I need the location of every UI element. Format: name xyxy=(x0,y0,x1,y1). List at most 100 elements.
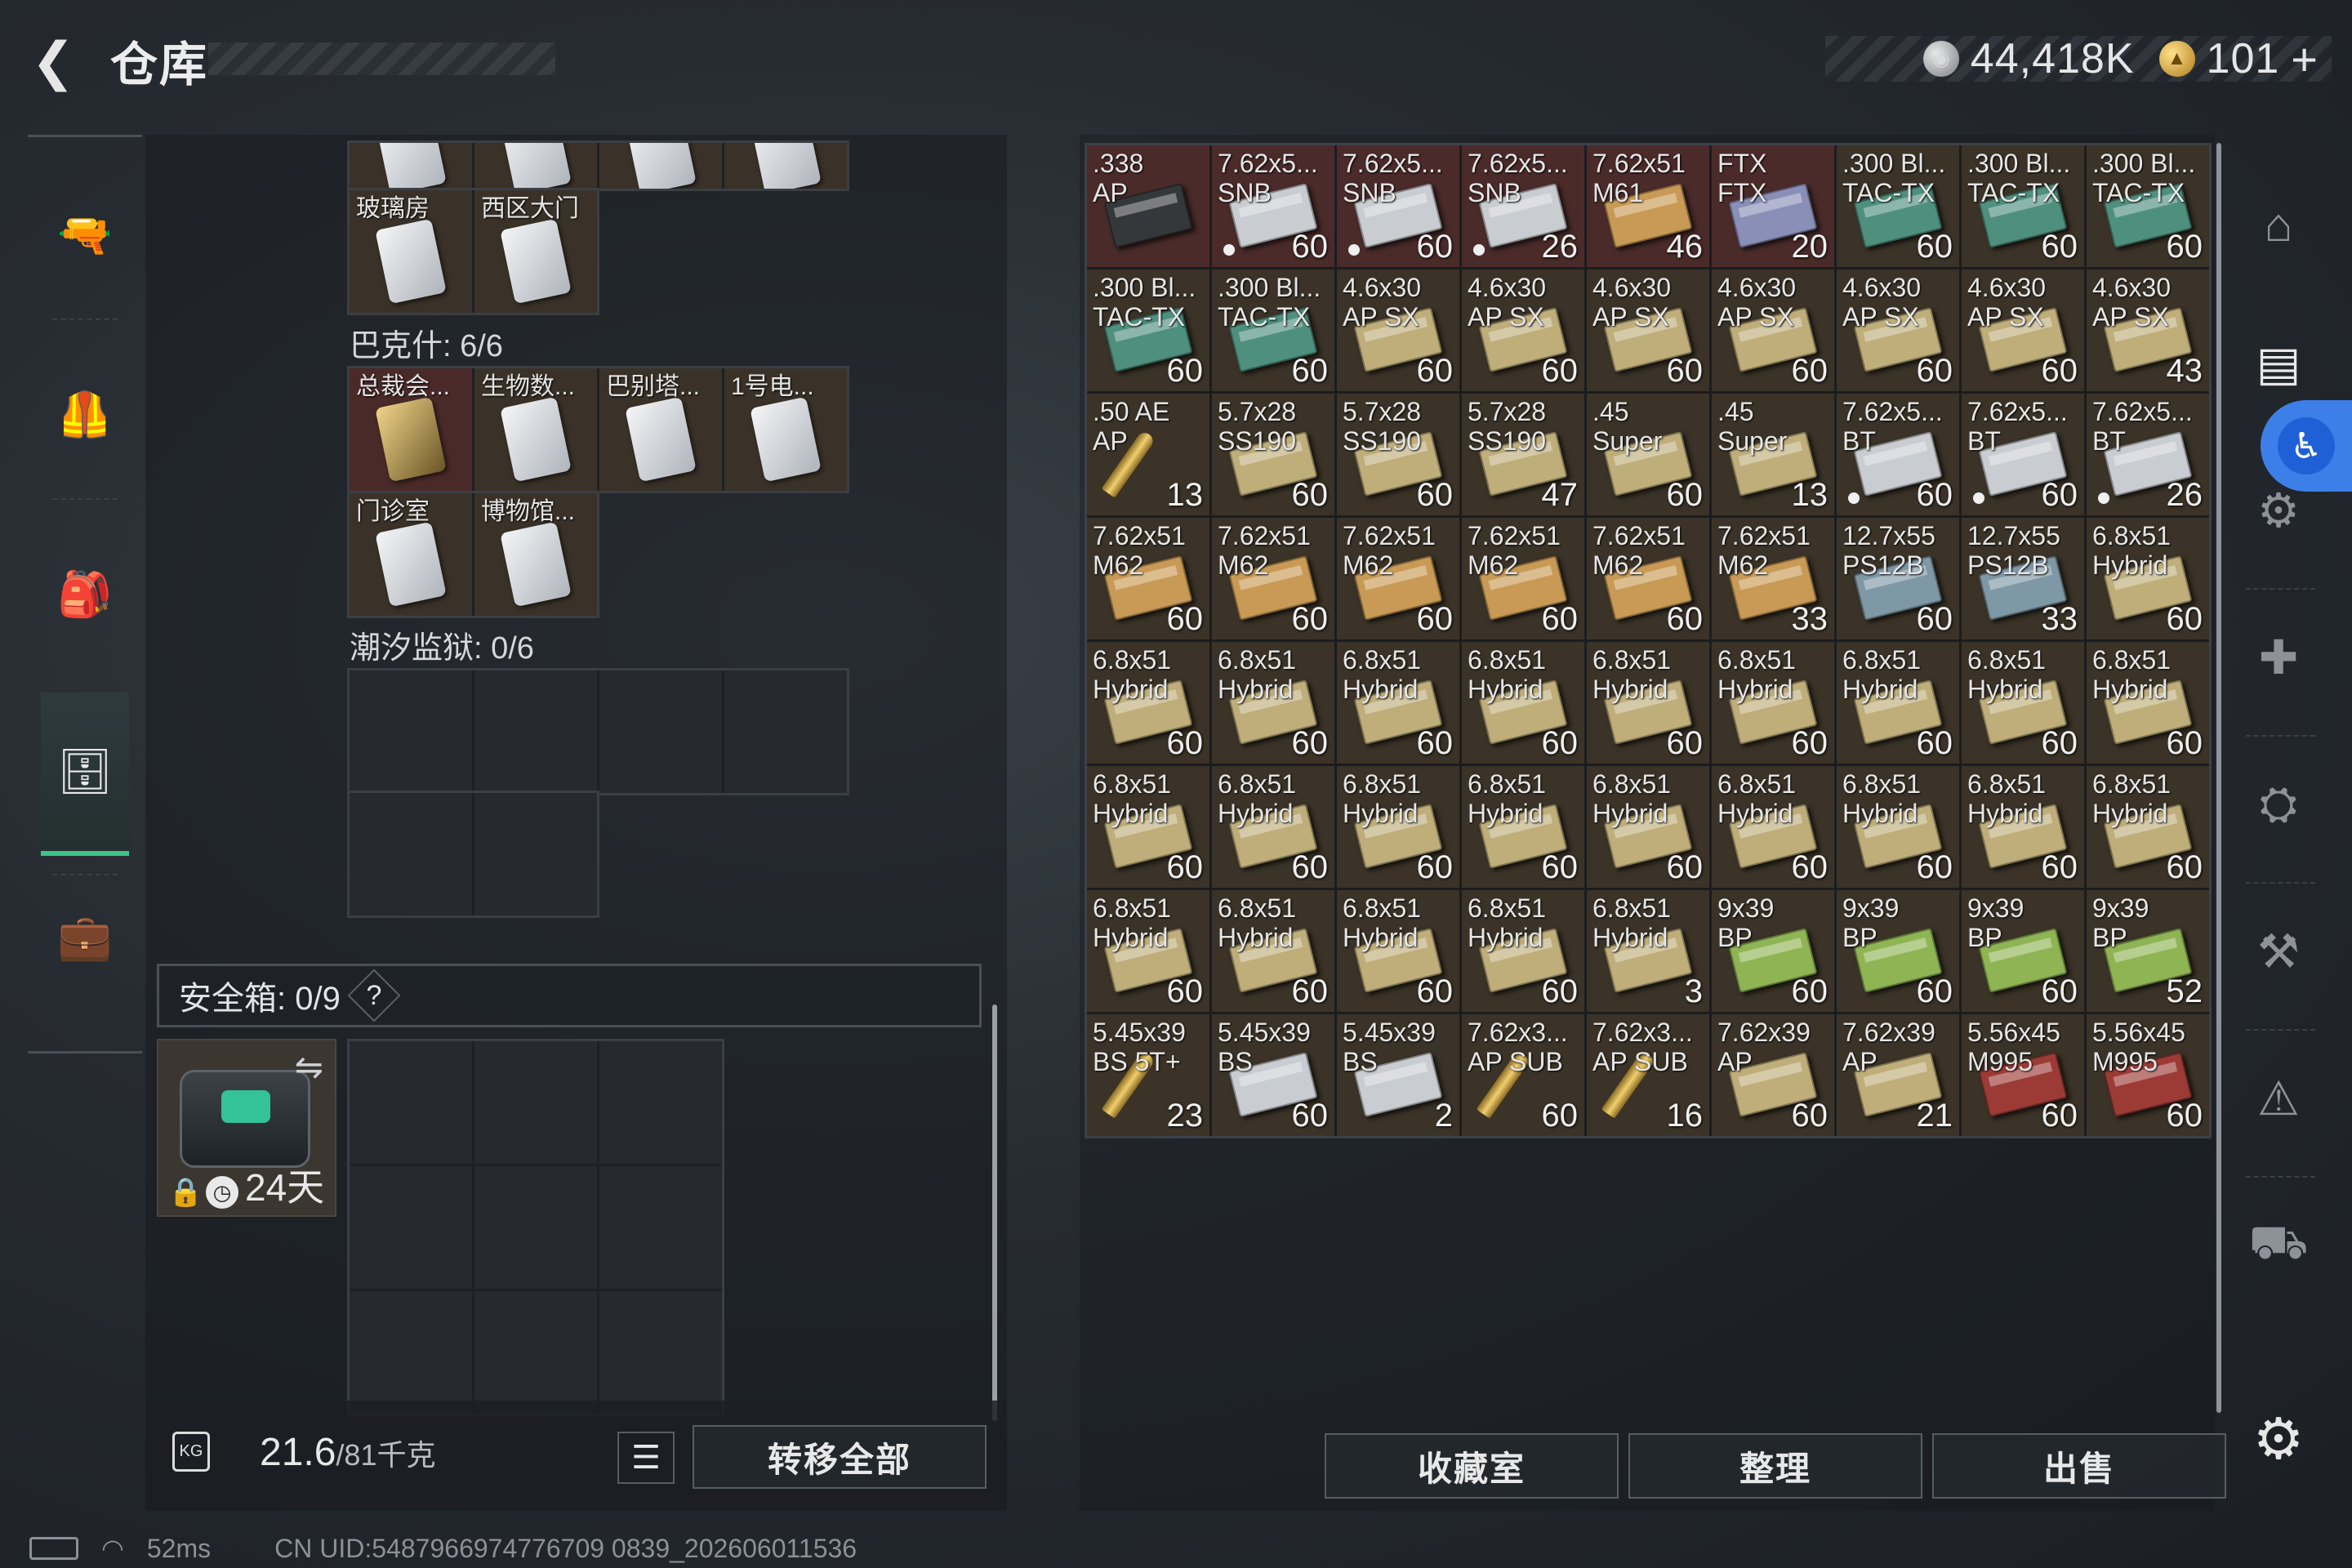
ammo-item[interactable]: 7.62x5... BT 26 xyxy=(2087,394,2209,515)
empty-slot[interactable] xyxy=(350,1041,472,1164)
ammo-item[interactable]: 7.62x51 M62 60 xyxy=(1087,518,1209,639)
nav-warehouse-tab[interactable]: ⌂ xyxy=(2230,163,2328,286)
ammo-item[interactable]: 6.8x51 Hybrid 60 xyxy=(2087,518,2209,639)
settings-button[interactable]: ⚙ xyxy=(2246,1406,2311,1472)
ammo-item[interactable]: 6.8x51 Hybrid 60 xyxy=(2087,642,2209,764)
swap-icon[interactable]: ⇋ xyxy=(295,1047,323,1087)
ammo-item[interactable]: .50 AE AP 13 xyxy=(1087,394,1209,515)
ammo-item[interactable]: 6.8x51 Hybrid 60 xyxy=(1962,642,2084,764)
ammo-item[interactable]: 6.8x51 Hybrid 60 xyxy=(1212,766,1334,888)
empty-slot[interactable] xyxy=(474,1166,597,1289)
nav-vehicle-tab[interactable]: ⛟ xyxy=(2230,1184,2328,1307)
nav-hazard-tab[interactable]: ⚠ xyxy=(2230,1037,2328,1160)
keycard-slot[interactable] xyxy=(724,143,847,189)
ammo-item[interactable]: 6.8x51 Hybrid 60 xyxy=(1462,766,1584,888)
transfer-all-button[interactable]: 转移全部 xyxy=(693,1425,987,1489)
empty-slot[interactable] xyxy=(474,793,597,915)
nav-materials-tab[interactable]: ⚒ xyxy=(2230,890,2328,1013)
ammo-item[interactable]: 4.6x30 AP SX 60 xyxy=(1462,270,1584,391)
nav-medical-tab[interactable]: ✚ xyxy=(2230,596,2328,719)
ammo-item[interactable]: 6.8x51 Hybrid 60 xyxy=(1712,766,1834,888)
keycard-item[interactable]: 总裁会... xyxy=(350,368,472,491)
empty-slot[interactable] xyxy=(599,1291,722,1414)
ammo-item[interactable]: 6.8x51 Hybrid 60 xyxy=(1087,890,1209,1012)
ammo-item[interactable]: 7.62x5... SNB 60 xyxy=(1212,145,1334,267)
ammo-item[interactable]: 4.6x30 AP SX 60 xyxy=(1837,270,1959,391)
ammo-item[interactable]: 7.62x3... AP SUB 60 xyxy=(1462,1014,1584,1136)
ammo-item[interactable]: 6.8x51 Hybrid 60 xyxy=(1462,642,1584,764)
ammo-item[interactable]: 4.6x30 AP SX 60 xyxy=(1337,270,1459,391)
keycard-item[interactable]: 生物数... xyxy=(474,368,597,491)
ammo-item[interactable]: .300 Bl... TAC-TX 60 xyxy=(1837,145,1959,267)
keycard-item[interactable]: 博物馆... xyxy=(474,493,597,616)
ammo-item[interactable]: 5.45x39 BS 60 xyxy=(1212,1014,1334,1136)
ammo-item[interactable]: 7.62x51 M62 60 xyxy=(1337,518,1459,639)
ammo-item[interactable]: 6.8x51 Hybrid 60 xyxy=(1462,890,1584,1012)
ammo-item[interactable]: 6.8x51 Hybrid 60 xyxy=(1337,766,1459,888)
keycard-slot[interactable] xyxy=(350,143,472,189)
ammo-item[interactable]: 5.7x28 SS190 60 xyxy=(1212,394,1334,515)
collection-room-button[interactable]: 收藏室 xyxy=(1325,1433,1619,1499)
ammo-item[interactable]: 12.7x55 PS12B 60 xyxy=(1837,518,1959,639)
nav-backpack[interactable]: 🎒 xyxy=(41,513,129,676)
empty-slot[interactable] xyxy=(474,1291,597,1414)
ammo-item[interactable]: 5.56x45 M995 60 xyxy=(2087,1014,2209,1136)
ammo-item[interactable]: 6.8x51 Hybrid 60 xyxy=(1087,642,1209,764)
left-scrollbar[interactable] xyxy=(992,1004,997,1421)
ammo-item[interactable]: 7.62x51 M62 60 xyxy=(1587,518,1709,639)
ammo-item[interactable]: 9x39 BP 60 xyxy=(1712,890,1834,1012)
ammo-item[interactable]: 6.8x51 Hybrid 60 xyxy=(1712,642,1834,764)
nav-case[interactable]: 💼 xyxy=(41,856,129,1019)
ammo-item[interactable]: 6.8x51 Hybrid 60 xyxy=(2087,766,2209,888)
ammo-item[interactable]: 7.62x5... SNB 26 xyxy=(1462,145,1584,267)
ammo-item[interactable]: 6.8x51 Hybrid 60 xyxy=(1212,642,1334,764)
ammo-item[interactable]: 4.6x30 AP SX 60 xyxy=(1587,270,1709,391)
nav-tools-tab[interactable]: ⛭ xyxy=(2230,743,2328,866)
keycard-slot[interactable] xyxy=(599,143,722,189)
ammo-item[interactable]: 7.62x51 M62 60 xyxy=(1212,518,1334,639)
ammo-item[interactable]: 9x39 BP 60 xyxy=(1837,890,1959,1012)
ammo-item[interactable]: 6.8x51 Hybrid 60 xyxy=(1587,766,1709,888)
sell-button[interactable]: 出售 xyxy=(1932,1433,2226,1499)
ammo-item[interactable]: .338 AP xyxy=(1087,145,1209,267)
ammo-item[interactable]: 9x39 BP 52 xyxy=(2087,890,2209,1012)
back-button[interactable]: ❮ xyxy=(24,32,82,91)
ammo-item[interactable]: 6.8x51 Hybrid 60 xyxy=(1837,642,1959,764)
ammo-item[interactable]: 6.8x51 Hybrid 60 xyxy=(1337,642,1459,764)
ammo-item[interactable]: .300 Bl... TAC-TX 60 xyxy=(1962,145,2084,267)
ammo-item[interactable]: 6.8x51 Hybrid 60 xyxy=(1212,890,1334,1012)
ammo-item[interactable]: 6.8x51 Hybrid 60 xyxy=(1337,890,1459,1012)
accessibility-button[interactable]: ♿ xyxy=(2261,400,2352,492)
ammo-item[interactable]: 4.6x30 AP SX 60 xyxy=(1962,270,2084,391)
empty-slot[interactable] xyxy=(599,1041,722,1164)
ammo-item[interactable]: .300 Bl... TAC-TX 60 xyxy=(1087,270,1209,391)
ammo-item[interactable]: 7.62x5... SNB 60 xyxy=(1337,145,1459,267)
ammo-item[interactable]: .300 Bl... TAC-TX 60 xyxy=(2087,145,2209,267)
keycard-item[interactable]: 巴别塔... xyxy=(599,368,722,491)
keycard-item[interactable]: 玻璃房 xyxy=(350,190,472,313)
nav-armor[interactable]: 🦺 xyxy=(41,333,129,497)
ammo-item[interactable]: 5.45x39 BS 5T+ 23 xyxy=(1087,1014,1209,1136)
help-button[interactable]: ? xyxy=(347,969,401,1022)
ammo-item[interactable]: 9x39 BP 60 xyxy=(1962,890,2084,1012)
ammo-item[interactable]: 6.8x51 Hybrid 60 xyxy=(1837,766,1959,888)
ammo-item[interactable]: FTX FTX 20 xyxy=(1712,145,1834,267)
ammo-item[interactable]: 12.7x55 PS12B 33 xyxy=(1962,518,2084,639)
keycard-item[interactable]: 门诊室 xyxy=(350,493,472,616)
ammo-item[interactable]: 6.8x51 Hybrid 60 xyxy=(1587,642,1709,764)
empty-slot[interactable] xyxy=(350,793,472,915)
empty-slot[interactable] xyxy=(474,1041,597,1164)
list-view-button[interactable]: ☰ xyxy=(617,1432,675,1484)
nav-weapon[interactable]: 🔫 xyxy=(41,154,129,317)
ammo-item[interactable]: 7.62x3... AP SUB 16 xyxy=(1587,1014,1709,1136)
ammo-item[interactable]: 7.62x39 AP 21 xyxy=(1837,1014,1959,1136)
nav-container[interactable]: 🗄 xyxy=(41,693,129,856)
empty-slot[interactable] xyxy=(350,670,472,793)
ammo-item[interactable]: 7.62x5... BT 60 xyxy=(1837,394,1959,515)
organize-button[interactable]: 整理 xyxy=(1628,1433,1922,1499)
empty-slot[interactable] xyxy=(350,1291,472,1414)
right-scrollbar[interactable] xyxy=(2216,143,2221,1413)
ammo-item[interactable]: 7.62x51 M62 60 xyxy=(1462,518,1584,639)
keycard-slot[interactable] xyxy=(474,143,597,189)
ammo-item[interactable]: 5.7x28 SS190 47 xyxy=(1462,394,1584,515)
